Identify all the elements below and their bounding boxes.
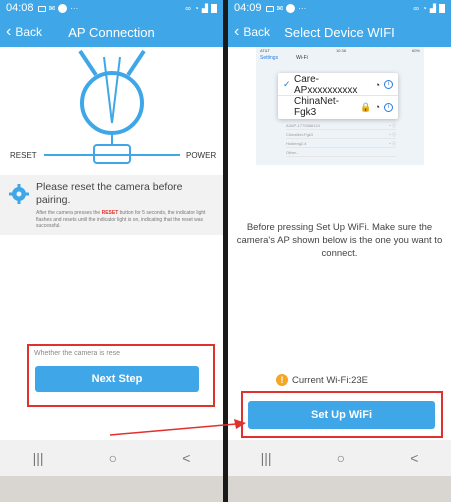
wifi-icon: ◔ ⓘ <box>388 132 396 137</box>
set-up-wifi-button[interactable]: Set Up WiFi <box>248 401 435 429</box>
gallery-icon <box>37 5 46 12</box>
home-icon[interactable]: ○ <box>109 450 117 466</box>
wifi-icon: ◔ <box>374 79 380 90</box>
nav-bar: ‹ Back AP Connection <box>0 17 223 47</box>
wifi-icon: ◔ <box>194 4 199 13</box>
wifi-icon: ◔ ⓘ <box>388 123 396 128</box>
chevron-left-icon: ‹ <box>234 23 240 40</box>
wifi-icon: ◔ <box>374 102 380 112</box>
signal-icon: ▟ <box>201 4 208 13</box>
wifi-icon: ◔ <box>422 4 427 13</box>
app-badge-icon <box>286 4 296 13</box>
instruction-text: Before pressing Set Up WiFi. Make sure t… <box>236 222 443 259</box>
wifi-settings-illustration: AT&T 10:38 60% Settings Wi-Fi ✓ Care-APx… <box>256 47 424 165</box>
screenshot-stage: 04:08 ✉ ··· ∞ ◔ ▟ ‹ Back AP Connection R… <box>0 0 451 502</box>
list-item: ChinaNet-Fgk3 ◔ ⓘ <box>286 132 396 139</box>
more-icon: ··· <box>298 4 307 13</box>
mail-icon: ✉ <box>48 4 56 13</box>
recents-icon[interactable]: ||| <box>261 450 272 466</box>
app-badge-icon <box>58 4 68 13</box>
home-icon[interactable]: ○ <box>337 450 345 466</box>
gear-icon <box>9 184 29 204</box>
mail-icon: ✉ <box>276 4 284 13</box>
checkmark-icon: ✓ <box>283 79 291 89</box>
mock-network-list: A3AP-1770588124 ◔ ⓘ ChinaNet-Fgk3 ◔ ⓘ Hold… <box>286 121 396 157</box>
warning-icon: ! <box>276 374 288 386</box>
list-item: Holdeng2.4 ◔ ⓘ <box>286 141 396 148</box>
info-icon: i <box>384 80 393 89</box>
current-wifi-label: Current Wi-Fi:23E <box>292 374 369 386</box>
mock-network-card: ✓ Care-APxxxxxxxxxx ◔ i ChinaNet-Fgk3 🔒 … <box>278 73 398 119</box>
battery-icon <box>211 4 217 13</box>
reset-confirm-hint: Whether the camera is rese <box>34 350 120 357</box>
reset-tip: Please reset the camera before pairing. … <box>0 175 223 235</box>
list-item: A3AP-1770588124 ◔ ⓘ <box>286 123 396 130</box>
mock-network-selected: ✓ Care-APxxxxxxxxxx ◔ i <box>278 74 398 96</box>
battery-icon <box>439 4 445 13</box>
tip-title: Please reset the camera before pairing. <box>36 181 183 206</box>
nav-bar: ‹ Back Select Device WIFI <box>228 17 451 47</box>
phone-ap-connection: 04:08 ✉ ··· ∞ ◔ ▟ ‹ Back AP Connection R… <box>0 0 223 502</box>
link-icon: ∞ <box>185 4 191 13</box>
system-nav-bar: ||| ○ < <box>228 440 451 476</box>
camera-reset-diagram: RESET POWER <box>10 49 216 164</box>
current-wifi: ! Current Wi-Fi:23E <box>276 373 368 387</box>
signal-icon: ▟ <box>429 4 436 13</box>
reset-keyword: RESET <box>101 210 119 216</box>
back-button[interactable]: ‹ Back <box>6 17 42 47</box>
back-label: Back <box>15 25 43 39</box>
system-nav-bar: ||| ○ < <box>0 440 223 476</box>
mock-nav: Settings Wi-Fi <box>260 55 308 61</box>
recents-icon[interactable]: ||| <box>33 450 44 466</box>
lock-icon: 🔒 <box>360 101 372 112</box>
link-icon: ∞ <box>413 4 419 13</box>
phone-select-device-wifi: 04:09 ✉ ··· ∞ ◔ ▟ ‹ Back Select Device W… <box>228 0 451 502</box>
bottom-strip <box>0 476 223 502</box>
list-item: Other... <box>286 148 396 157</box>
bottom-strip <box>228 476 451 502</box>
cable-icon <box>44 133 180 164</box>
back-button[interactable]: ‹ Back <box>234 17 270 47</box>
tip-body: After the camera presses the RESET butto… <box>36 210 206 229</box>
power-label: POWER <box>186 151 216 160</box>
reset-label: RESET <box>10 151 37 160</box>
mock-status-bar: AT&T 10:38 60% <box>260 48 420 53</box>
pin-tool-icon <box>103 56 121 124</box>
status-bar: 04:08 ✉ ··· ∞ ◔ ▟ <box>0 0 223 17</box>
back-icon[interactable]: < <box>410 450 418 466</box>
info-icon: i <box>384 102 393 112</box>
status-time: 04:09 <box>234 2 262 14</box>
gallery-icon <box>265 5 274 12</box>
status-bar: 04:09 ✉ ··· ∞ ◔ ▟ <box>228 0 451 17</box>
mock-network-second: ChinaNet-Fgk3 🔒 ◔ i <box>278 96 398 118</box>
wifi-icon: ◔ ⓘ <box>388 141 396 146</box>
next-step-button[interactable]: Next Step <box>35 366 199 392</box>
back-label: Back <box>243 25 271 39</box>
chevron-left-icon: ‹ <box>6 23 12 40</box>
back-icon[interactable]: < <box>182 450 190 466</box>
more-icon: ··· <box>70 4 79 13</box>
status-time: 04:08 <box>6 2 34 14</box>
